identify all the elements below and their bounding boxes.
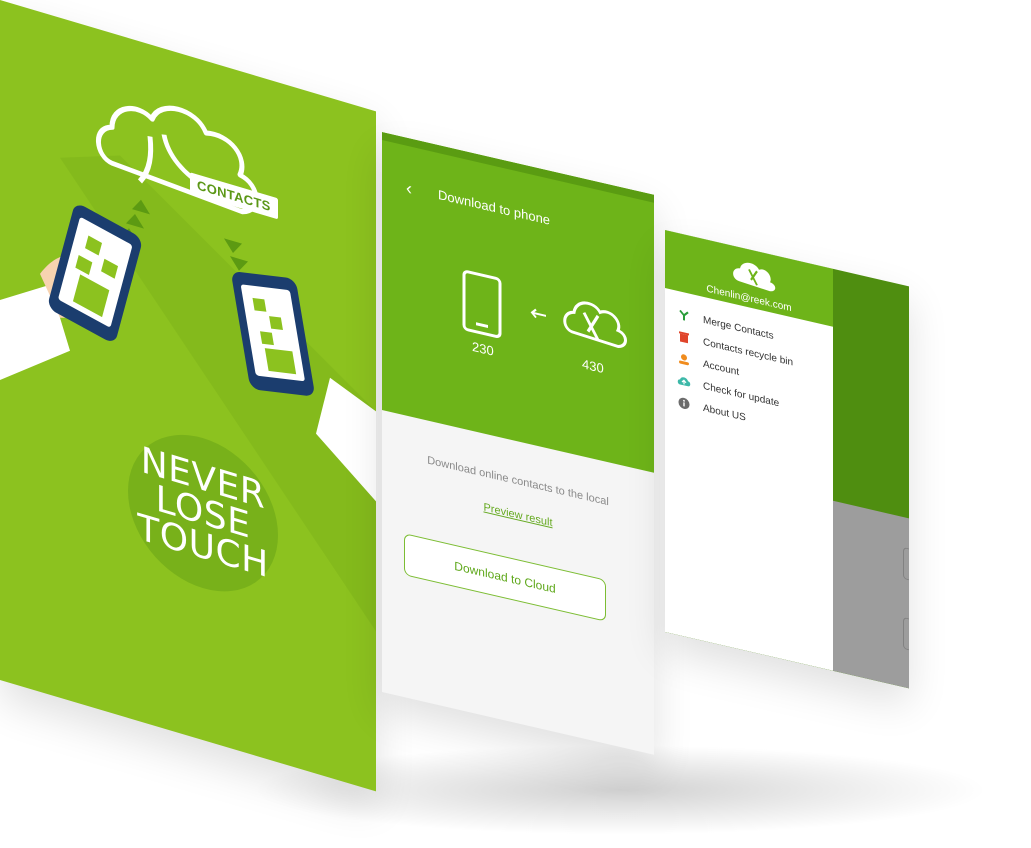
edge-tab-1: [903, 546, 909, 582]
transfer-graphic: [462, 270, 627, 349]
download-screen: ‹ Download to phone 230 430 Download onl…: [382, 132, 654, 755]
info-icon: [677, 395, 691, 412]
splash-illustration: [0, 105, 376, 632]
splash-screen: CONTACTS NEVER LOSE TOUCH: [0, 0, 376, 792]
menu-screen: Chenlin@reek.com Merge Contacts Contacts…: [665, 230, 909, 689]
drawer-menu: Merge Contacts Contacts recycle bin Acco…: [665, 300, 833, 449]
download-header: ‹ Download to phone 230 430: [382, 132, 654, 473]
phone-icon: [462, 270, 502, 338]
cloud-upload-icon: [677, 373, 691, 390]
edge-tab-2: [903, 616, 909, 652]
arrow-left-icon: [530, 308, 546, 319]
merge-icon: [677, 307, 691, 324]
showcase-scene: CONTACTS NEVER LOSE TOUCH ‹ Download to …: [0, 0, 1031, 848]
person-icon: [677, 351, 691, 368]
cloud-icon: [563, 301, 627, 349]
background-content: [833, 500, 909, 689]
download-to-cloud-button[interactable]: Download to Cloud: [404, 533, 606, 622]
trash-icon: [677, 329, 691, 346]
menu-item-label: Account: [703, 358, 740, 378]
menu-item-label: About US: [703, 402, 746, 424]
navigation-drawer: Chenlin@reek.com Merge Contacts Contacts…: [665, 230, 833, 671]
